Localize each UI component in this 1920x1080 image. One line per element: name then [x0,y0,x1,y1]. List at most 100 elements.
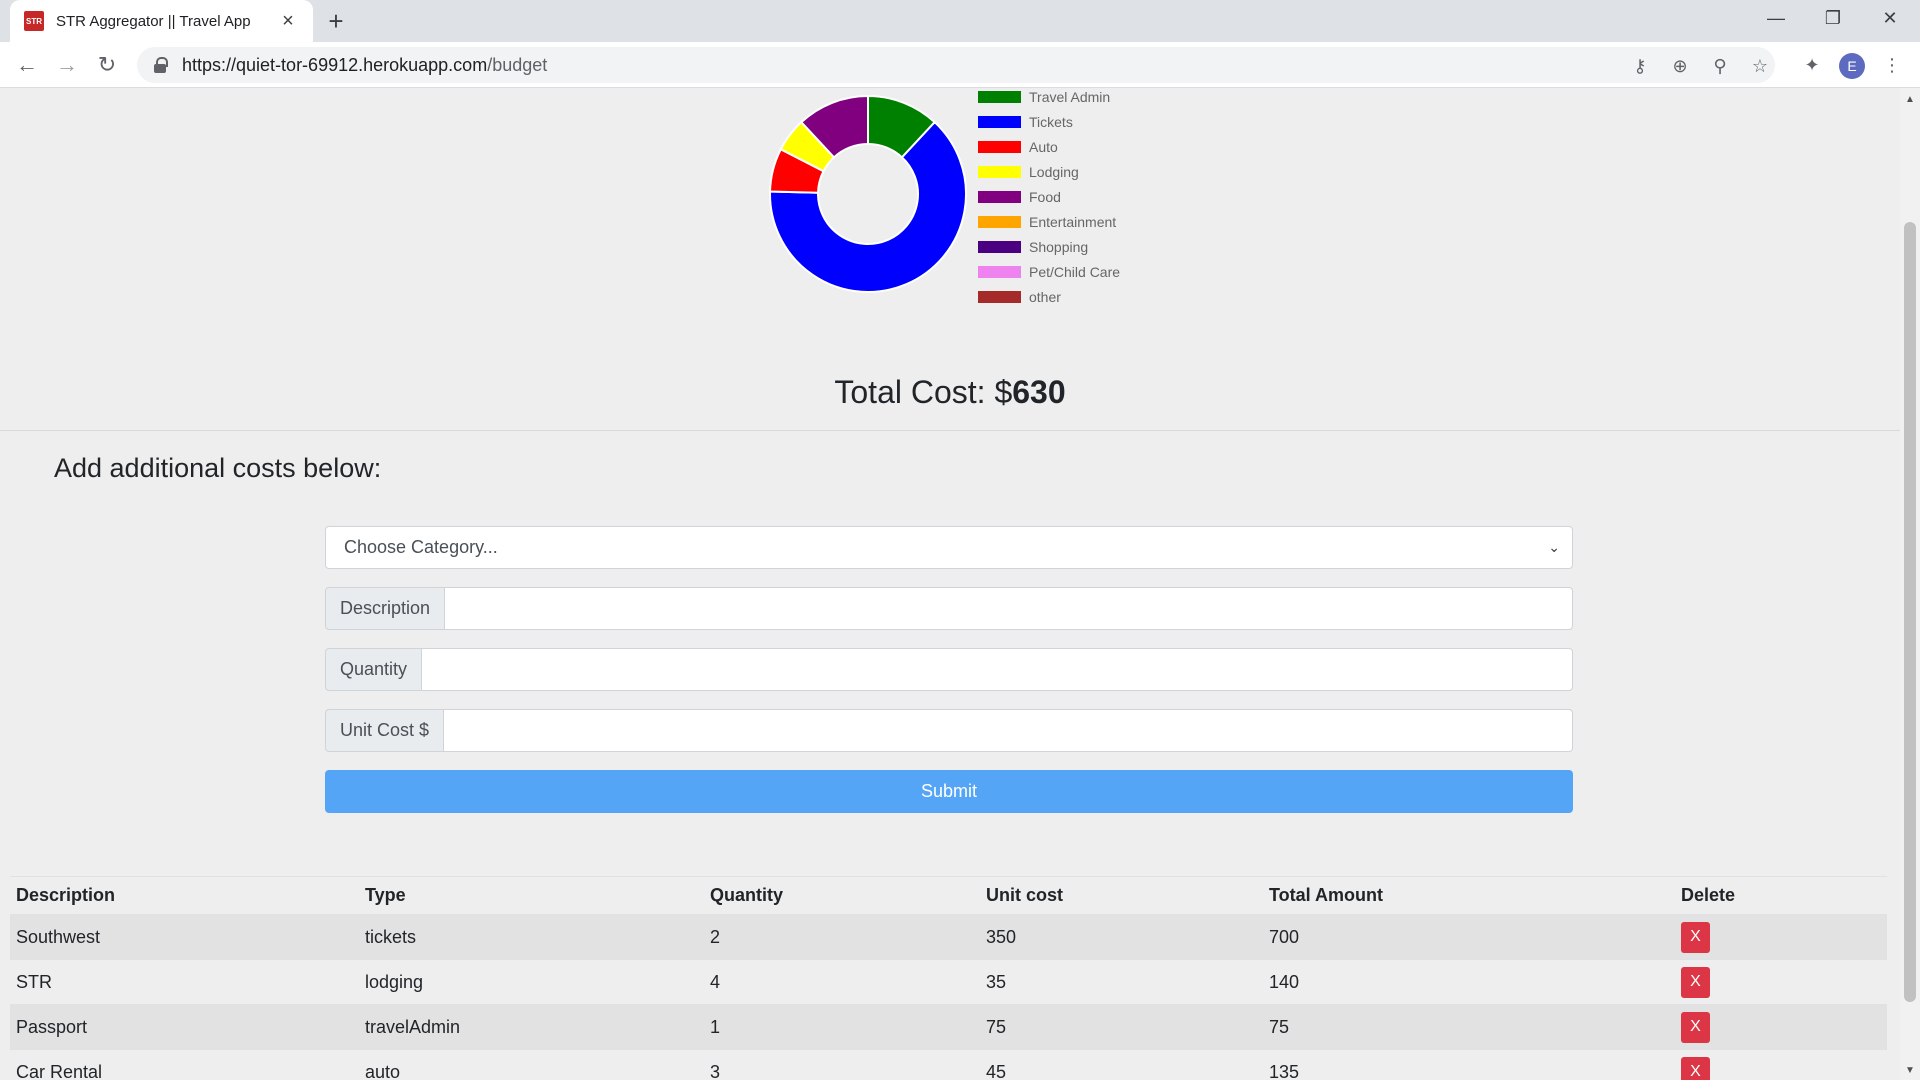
category-select-value: Choose Category... [344,537,498,557]
legend-item[interactable]: other [978,284,1120,309]
header-quantity: Quantity [704,876,980,915]
forward-icon[interactable]: → [52,50,82,80]
new-tab-icon[interactable]: + [322,6,350,36]
divider [0,430,1900,431]
install-icon[interactable]: ⊕ [1669,55,1691,77]
legend-item[interactable]: Pet/Child Care [978,259,1120,284]
unit-cost-label: Unit Cost $ [325,709,445,752]
cell-total-amount: 700 [1263,914,1675,960]
restore-icon[interactable]: ❐ [1805,0,1861,36]
cell-delete: X [1675,1004,1887,1050]
legend-swatch [978,140,1021,153]
lock-icon [153,57,168,73]
quantity-input[interactable] [422,648,1573,691]
table-header-row: Description Type Quantity Unit cost Tota… [10,876,1887,915]
legend-item[interactable]: Entertainment [978,209,1120,234]
delete-button[interactable]: X [1681,1056,1710,1080]
cell-description: STR [10,959,359,1005]
legend-item[interactable]: Tickets [978,109,1120,134]
cell-delete: X [1675,914,1887,960]
legend-swatch [978,90,1021,103]
reload-icon[interactable]: ↻ [92,50,122,80]
legend-swatch [978,215,1021,228]
browser-tab[interactable]: STR STR Aggregator || Travel App × [10,0,313,42]
page-scrollbar[interactable]: ▲ ▼ [1900,88,1920,1080]
table-row: STR lodging 4 35 140 X [10,959,1887,1005]
tab-title: STR Aggregator || Travel App [56,12,251,30]
total-cost-label: Total Cost: $ [834,374,1013,410]
chevron-down-icon: ⌄ [1548,539,1560,555]
legend-item[interactable]: Lodging [978,159,1120,184]
legend-item[interactable]: Auto [978,134,1120,159]
address-bar[interactable]: https://quiet-tor-69912.herokuapp.com/bu… [137,47,1775,83]
cell-unit-cost: 350 [980,914,1263,960]
window-close-icon[interactable]: ✕ [1862,0,1918,36]
scroll-up-icon[interactable]: ▲ [1905,94,1915,105]
submit-button[interactable]: Submit [325,770,1573,813]
cell-quantity: 3 [704,1049,980,1080]
key-icon[interactable]: ⚷ [1629,55,1651,77]
profile-avatar[interactable]: E [1839,53,1865,79]
chart-legend: Travel Admin Tickets Auto Lodging Food Entert… [978,88,1120,309]
description-input[interactable] [445,587,1573,630]
legend-swatch [978,265,1021,278]
legend-swatch [978,165,1021,178]
browser-toolbar: ← → ↻ https://quiet-tor-69912.herokuapp.… [0,42,1920,88]
cell-description: Southwest [10,914,359,960]
table-row: Southwest tickets 2 350 700 X [10,914,1887,960]
cell-type: auto [359,1049,704,1080]
scroll-thumb[interactable] [1904,222,1916,1002]
category-select[interactable]: Choose Category... ⌄ [325,526,1573,569]
delete-button[interactable]: X [1681,966,1710,998]
legend-item[interactable]: Food [978,184,1120,209]
favicon-icon: STR [24,11,44,31]
extensions-icon[interactable]: ✦ [1799,52,1825,78]
cell-quantity: 1 [704,1004,980,1050]
cell-type: travelAdmin [359,1004,704,1050]
cell-type: lodging [359,959,704,1005]
legend-label: Auto [1029,138,1058,155]
bookmark-star-icon[interactable]: ☆ [1749,55,1771,77]
legend-label: Pet/Child Care [1029,263,1121,280]
cell-unit-cost: 45 [980,1049,1263,1080]
minimize-icon[interactable]: — [1748,0,1804,36]
header-delete: Delete [1675,876,1887,915]
legend-item[interactable]: Shopping [978,234,1120,259]
cell-type: tickets [359,914,704,960]
quantity-label: Quantity [325,648,423,691]
cell-delete: X [1675,1049,1887,1080]
header-description: Description [10,876,359,915]
doughnut-chart [769,94,967,293]
unit-cost-input[interactable] [444,709,1573,752]
legend-swatch [978,115,1021,128]
costs-table: Description Type Quantity Unit cost Tota… [10,876,1887,1080]
description-label: Description [325,587,446,630]
legend-item[interactable]: Travel Admin [978,88,1120,109]
delete-button[interactable]: X [1681,1011,1710,1043]
cell-total-amount: 135 [1263,1049,1675,1080]
legend-swatch [978,290,1021,303]
table-row: Car Rental auto 3 45 135 X [10,1049,1887,1080]
header-unit-cost: Unit cost [980,876,1263,915]
add-cost-form: Choose Category... ⌄ Description Quantit… [325,526,1573,813]
delete-button[interactable]: X [1681,921,1710,953]
url-text: https://quiet-tor-69912.herokuapp.com/bu… [182,54,548,75]
legend-label: Shopping [1029,238,1089,255]
cell-total-amount: 140 [1263,959,1675,1005]
browser-tab-bar: STR STR Aggregator || Travel App × + — ❐… [0,0,1920,42]
total-cost: Total Cost: $630 [0,374,1900,411]
unit-cost-group: Unit Cost $ [325,709,1573,752]
menu-dots-icon[interactable]: ⋮ [1879,52,1905,78]
back-icon[interactable]: ← [12,50,42,80]
legend-label: Tickets [1029,113,1073,130]
zoom-icon[interactable]: ⚲ [1709,55,1731,77]
cell-unit-cost: 75 [980,1004,1263,1050]
cell-description: Passport [10,1004,359,1050]
legend-label: Lodging [1029,163,1079,180]
scroll-down-icon[interactable]: ▼ [1905,1065,1915,1076]
add-costs-heading: Add additional costs below: [54,453,382,483]
legend-label: other [1029,288,1061,305]
cell-delete: X [1675,959,1887,1005]
tab-close-icon[interactable]: × [277,10,299,32]
cell-description: Car Rental [10,1049,359,1080]
